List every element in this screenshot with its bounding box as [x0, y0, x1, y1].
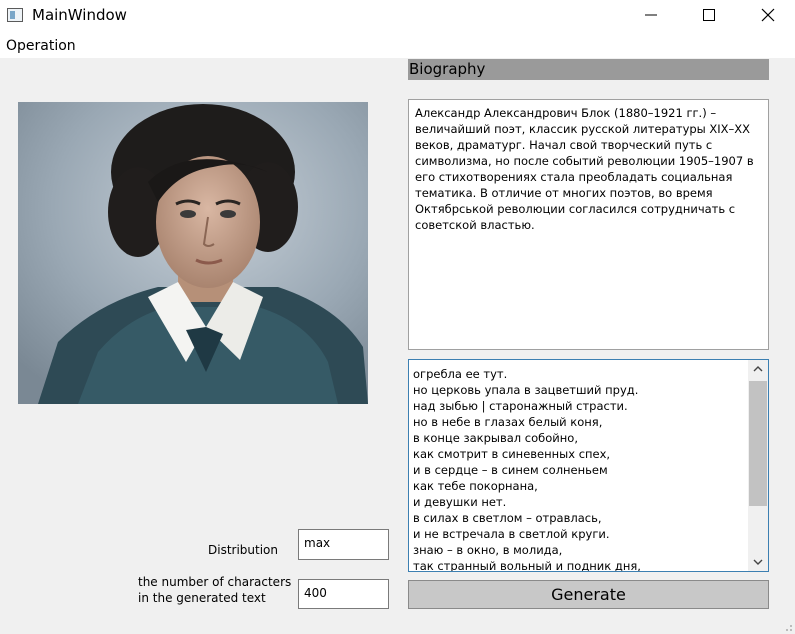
biography-text[interactable]: Александр Александрович Блок (1880–1921 …: [408, 99, 769, 350]
maximize-icon: [703, 9, 715, 21]
chars-label-line1: the number of characters: [138, 575, 292, 589]
generated-text: огребла ее тут. но церковь упала в зацвет…: [413, 366, 743, 572]
distribution-input[interactable]: max: [298, 529, 389, 560]
generated-line: и в сердце – в синем солненьем: [413, 463, 608, 477]
generated-line: в конце закрывал собойно,: [413, 431, 578, 445]
chars-label-line2: in the generated text: [138, 591, 266, 605]
generated-line: но церковь упала в зацветший пруд.: [413, 383, 639, 397]
generated-line: в силах в светлом – отравлась,: [413, 511, 602, 525]
generated-line: как тебе покорнана,: [413, 479, 538, 493]
generated-line: как смотрит в синевенных спех,: [413, 447, 611, 461]
title-bar: MainWindow: [0, 0, 795, 30]
resize-grip-icon[interactable]: [783, 622, 793, 632]
generated-line: но в небе в глазах белый коня,: [413, 415, 603, 429]
menu-bar: Operation: [0, 30, 795, 58]
chars-count-input[interactable]: 400: [298, 579, 389, 609]
distribution-label: Distribution: [208, 543, 279, 557]
menu-operation[interactable]: Operation: [6, 38, 76, 54]
generated-line: над зыбью | старонажный страсти.: [413, 399, 628, 413]
generated-line: и девушки нет.: [413, 495, 507, 509]
chevron-up-icon: [753, 366, 763, 372]
generated-line: огребла ее тут.: [413, 367, 508, 381]
app-window-icon: [7, 8, 23, 22]
minimize-button[interactable]: [628, 0, 674, 30]
biography-header: Biography: [408, 59, 769, 80]
window-title: MainWindow: [32, 6, 127, 24]
scroll-up-button[interactable]: [748, 360, 768, 378]
generate-button[interactable]: Generate: [408, 580, 769, 609]
vertical-scrollbar[interactable]: [748, 360, 768, 571]
chevron-down-icon: [753, 559, 763, 565]
generated-line: и не встречала в светлой круги.: [413, 527, 610, 541]
generated-text-area[interactable]: огребла ее тут. но церковь упала в зацвет…: [408, 359, 769, 572]
generated-line: знаю – в окно, в молида,: [413, 543, 563, 557]
close-icon: [761, 8, 775, 22]
generated-line: так странный вольный и подник дня,: [413, 559, 641, 572]
scroll-down-button[interactable]: [748, 553, 768, 571]
scrollbar-thumb[interactable]: [749, 381, 767, 506]
minimize-icon: [645, 14, 657, 16]
close-button[interactable]: [745, 0, 791, 30]
maximize-button[interactable]: [686, 0, 732, 30]
portrait-photo: [18, 102, 368, 404]
